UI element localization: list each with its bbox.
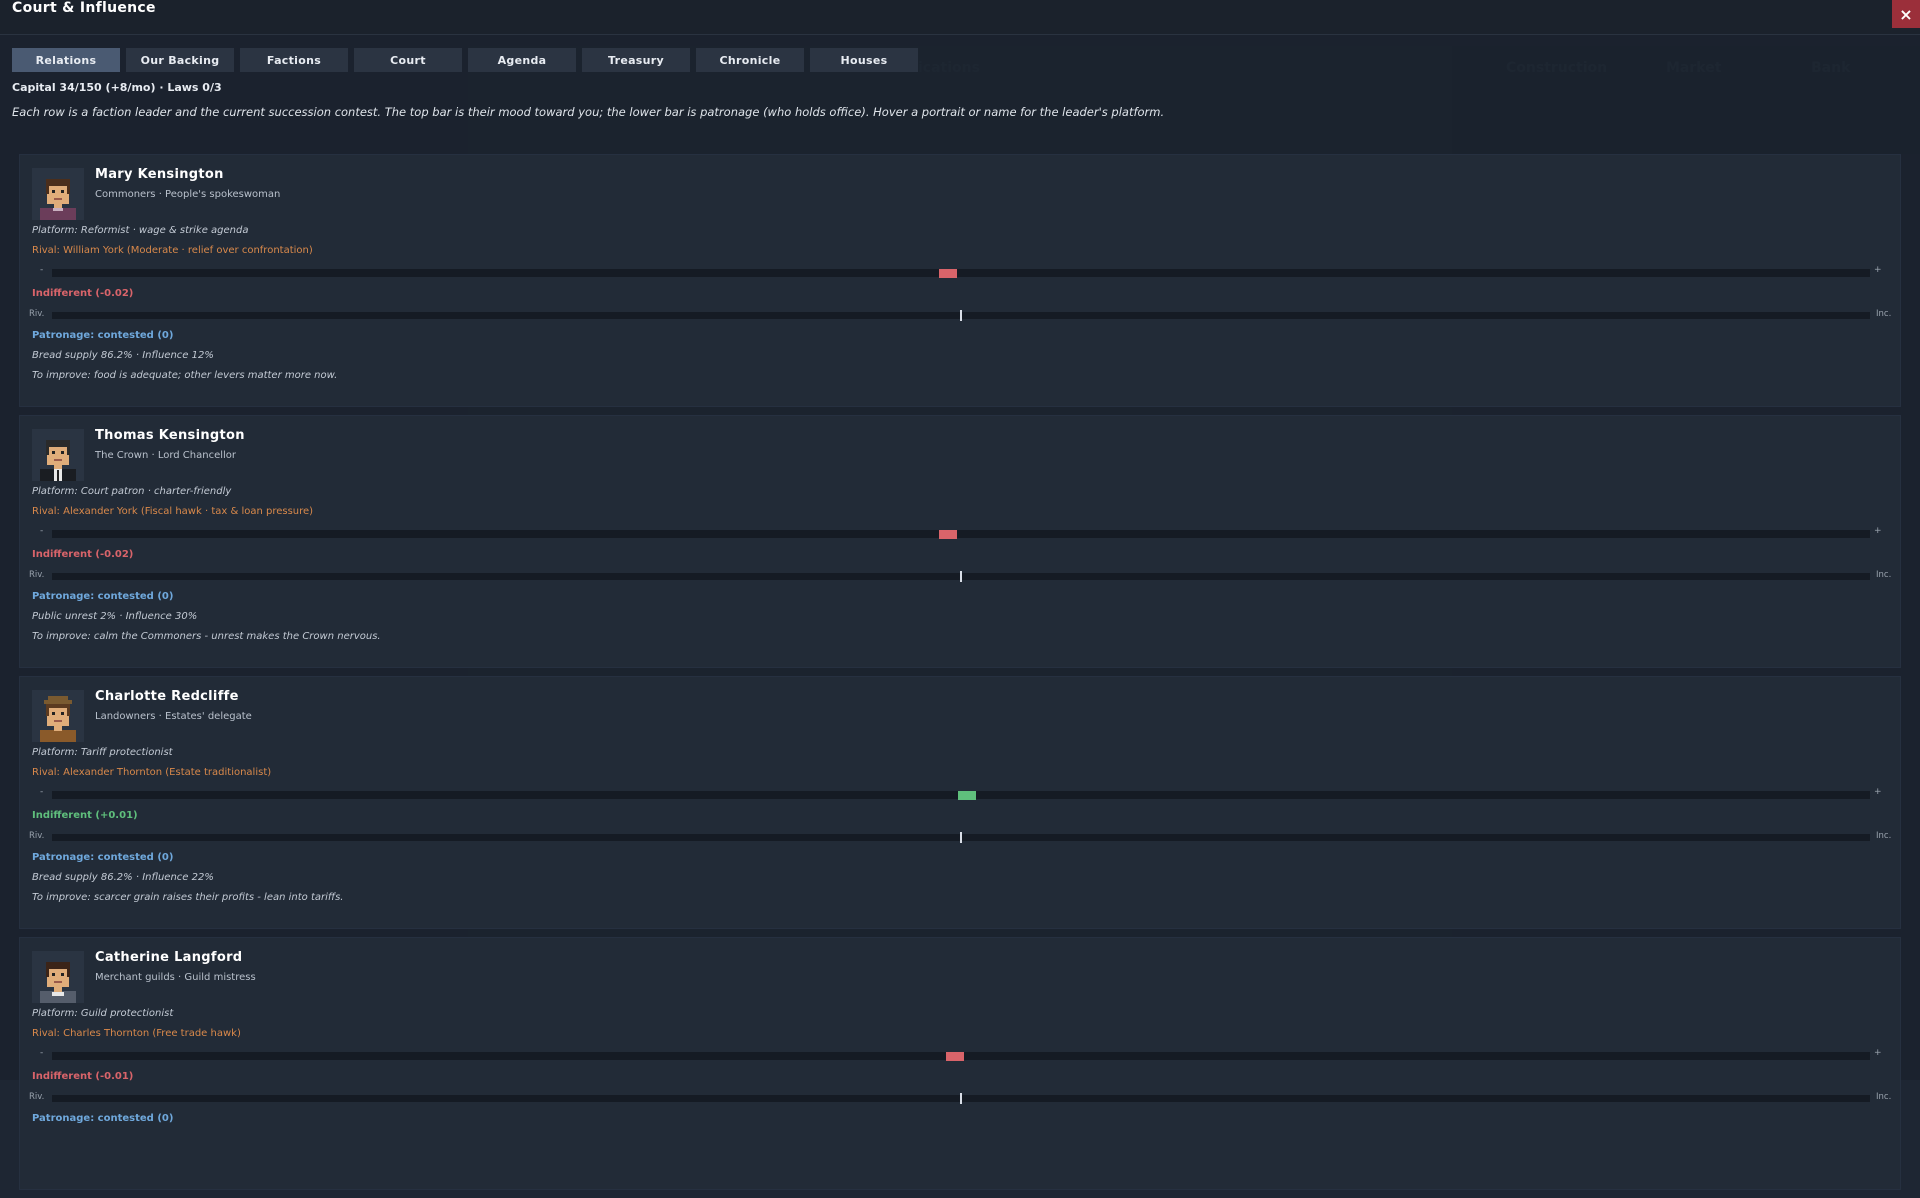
leader-role: Landowners · Estates' delegate: [95, 711, 252, 722]
relations-description: Each row is a faction leader and the cur…: [12, 105, 1165, 119]
rival-label: Riv.: [29, 831, 45, 841]
mood-minus-label: -: [40, 265, 44, 275]
rival-label: Riv.: [29, 570, 45, 580]
court-influence-window: Court & Influence × Relations Our Backin…: [0, 0, 1920, 1190]
leader-platform: Platform: Reformist · wage & strike agen…: [32, 225, 249, 236]
mood-minus-label: -: [40, 787, 44, 797]
patronage-label: Patronage: contested (0): [32, 852, 174, 863]
improve-hint: To improve: calm the Commoners - unrest …: [32, 631, 381, 642]
mood-minus-label: -: [40, 1048, 44, 1058]
leader-card: Mary Kensington Commoners · People's spo…: [19, 154, 1901, 407]
mood-plus-label: +: [1874, 265, 1882, 275]
tab-chronicle[interactable]: Chronicle: [696, 48, 804, 72]
mood-marker: [939, 530, 958, 539]
patronage-bar: [52, 1093, 1870, 1104]
leader-list: Mary Kensington Commoners · People's spo…: [19, 154, 1901, 1198]
patronage-bar: [52, 571, 1870, 582]
leader-portrait[interactable]: [32, 951, 84, 1003]
leader-portrait[interactable]: [32, 168, 84, 220]
tab-agenda[interactable]: Agenda: [468, 48, 576, 72]
mood-minus-label: -: [40, 526, 44, 536]
tab-bar: Relations Our Backing Factions Court Age…: [12, 48, 918, 72]
improve-hint: To improve: food is adequate; other leve…: [32, 370, 338, 381]
title-bar: Court & Influence ×: [0, 0, 1920, 35]
mood-plus-label: +: [1874, 526, 1882, 536]
leader-card: Charlotte Redcliffe Landowners · Estates…: [19, 676, 1901, 929]
leader-role: Commoners · People's spokeswoman: [95, 189, 281, 200]
leader-name[interactable]: Charlotte Redcliffe: [95, 689, 239, 704]
leader-platform: Platform: Tariff protectionist: [32, 747, 173, 758]
mood-marker: [945, 1052, 964, 1061]
patronage-bar: [52, 832, 1870, 843]
incumbent-label: Inc.: [1876, 309, 1892, 319]
tab-court[interactable]: Court: [354, 48, 462, 72]
patronage-label: Patronage: contested (0): [32, 591, 174, 602]
mood-plus-label: +: [1874, 1048, 1882, 1058]
patronage-bar: [52, 310, 1870, 321]
leader-name[interactable]: Mary Kensington: [95, 167, 224, 182]
patronage-label: Patronage: contested (0): [32, 1113, 174, 1124]
leader-rival: Rival: William York (Moderate · relief o…: [32, 245, 313, 256]
tab-relations[interactable]: Relations: [12, 48, 120, 72]
leader-rival: Rival: Alexander Thornton (Estate tradit…: [32, 767, 272, 778]
leader-name[interactable]: Thomas Kensington: [95, 428, 245, 443]
leader-stats: Public unrest 2% · Influence 30%: [32, 611, 198, 622]
leader-name[interactable]: Catherine Langford: [95, 950, 242, 965]
leader-platform: Platform: Court patron · charter-friendl…: [32, 486, 232, 497]
rival-label: Riv.: [29, 1092, 45, 1102]
capital-summary: Capital 34/150 (+8/mo) · Laws 0/3: [12, 81, 222, 94]
incumbent-label: Inc.: [1876, 1092, 1892, 1102]
leader-rival: Rival: Alexander York (Fiscal hawk · tax…: [32, 506, 314, 517]
leader-portrait[interactable]: [32, 690, 84, 742]
mood-label: Indifferent (-0.02): [32, 549, 134, 560]
patronage-marker: [960, 310, 962, 321]
leader-portrait[interactable]: [32, 429, 84, 481]
mood-plus-label: +: [1874, 787, 1882, 797]
mood-label: Indifferent (-0.01): [32, 1071, 134, 1082]
tab-factions[interactable]: Factions: [240, 48, 348, 72]
close-button[interactable]: ×: [1892, 0, 1920, 28]
leader-role: Merchant guilds · Guild mistress: [95, 972, 256, 983]
tab-treasury[interactable]: Treasury: [582, 48, 690, 72]
rival-label: Riv.: [29, 309, 45, 319]
mood-bar: [52, 530, 1870, 539]
improve-hint: To improve: scarcer grain raises their p…: [32, 892, 344, 903]
mood-label: Indifferent (+0.01): [32, 810, 138, 821]
window-title: Court & Influence: [12, 0, 156, 16]
leader-stats: Bread supply 86.2% · Influence 22%: [32, 872, 214, 883]
incumbent-label: Inc.: [1876, 831, 1892, 841]
patronage-marker: [960, 1093, 962, 1104]
leader-platform: Platform: Guild protectionist: [32, 1008, 174, 1019]
mood-bar: [52, 269, 1870, 278]
patronage-label: Patronage: contested (0): [32, 330, 174, 341]
patronage-marker: [960, 832, 962, 843]
leader-card: Catherine Langford Merchant guilds · Gui…: [19, 937, 1901, 1190]
patronage-marker: [960, 571, 962, 582]
leader-card: Thomas Kensington The Crown · Lord Chanc…: [19, 415, 1901, 668]
mood-bar: [52, 1052, 1870, 1061]
mood-bar: [52, 791, 1870, 800]
leader-rival: Rival: Charles Thornton (Free trade hawk…: [32, 1028, 241, 1039]
mood-marker: [939, 269, 958, 278]
leader-role: The Crown · Lord Chancellor: [95, 450, 237, 461]
mood-label: Indifferent (-0.02): [32, 288, 134, 299]
tab-our-backing[interactable]: Our Backing: [126, 48, 234, 72]
incumbent-label: Inc.: [1876, 570, 1892, 580]
leader-stats: Bread supply 86.2% · Influence 12%: [32, 350, 214, 361]
mood-marker: [958, 791, 977, 800]
tab-houses[interactable]: Houses: [810, 48, 918, 72]
